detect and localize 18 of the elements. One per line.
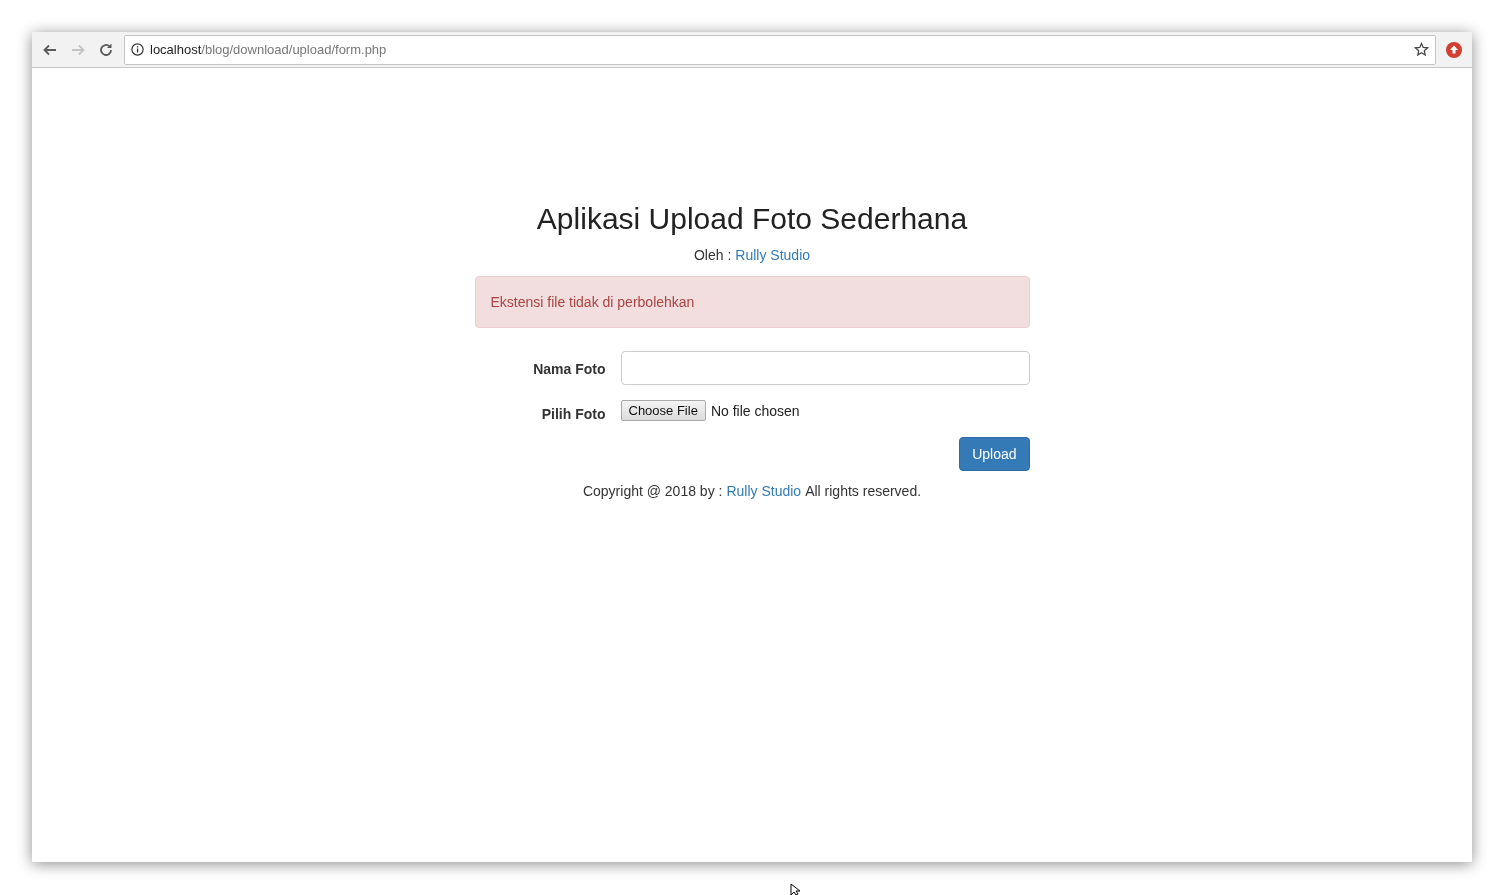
star-icon[interactable] <box>1414 42 1429 57</box>
name-input-field[interactable] <box>620 351 1030 385</box>
file-status-text: No file chosen <box>710 402 800 419</box>
author-link[interactable]: Rully Studio <box>726 483 802 499</box>
byline-label: Oleh : <box>693 247 732 263</box>
field-label: Nama Foto <box>532 359 606 377</box>
upload-button[interactable]: Upload <box>959 437 1030 471</box>
field-label: Pilih Foto <box>540 405 606 422</box>
info-icon[interactable] <box>131 43 144 56</box>
page-title: Aplikasi Upload Foto Sederhana <box>536 202 968 236</box>
address-bar[interactable]: localhost/blog/download/upload/form.php <box>124 34 1436 65</box>
mouse-pointer-icon <box>790 884 802 895</box>
error-alert: Ekstensi file tidak di perbolehkan <box>474 276 1030 328</box>
choose-file-button[interactable]: Choose File <box>620 400 706 421</box>
url-text: localhost/blog/download/upload/form.php <box>150 42 388 57</box>
copyright-text: Copyright @ 2018 by : <box>582 483 723 499</box>
rights-text: All rights reserved. <box>805 483 922 499</box>
author-link[interactable]: Rully Studio <box>735 247 811 263</box>
